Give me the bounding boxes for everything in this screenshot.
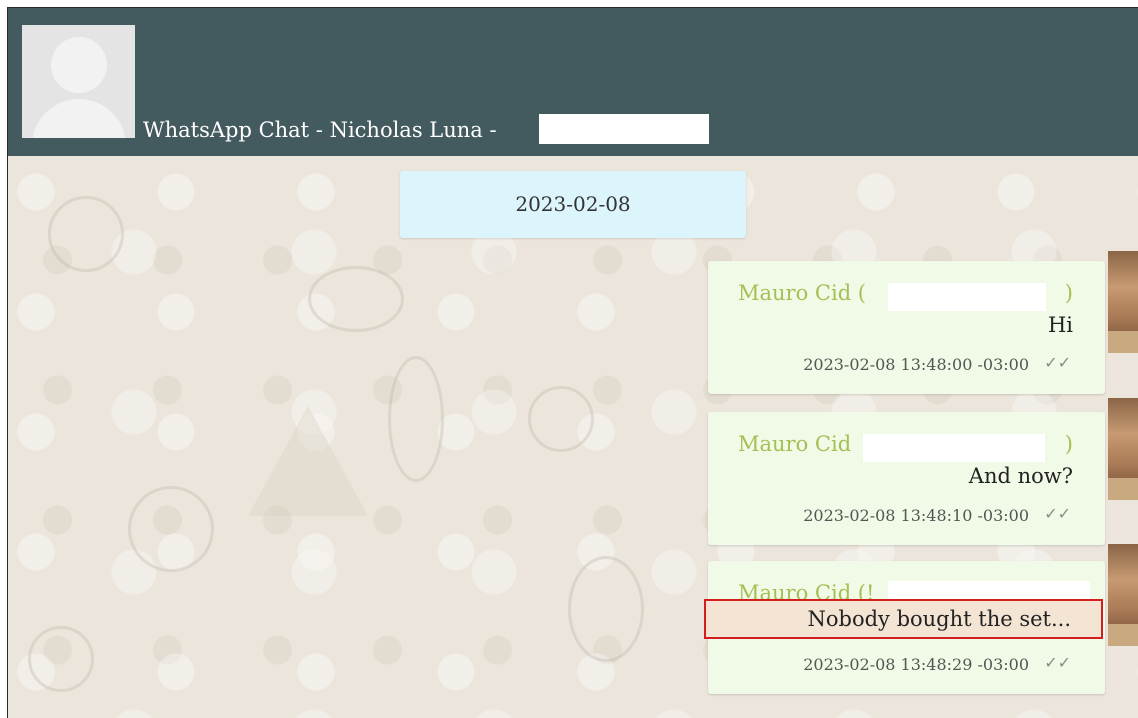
message-timestamp: 2023-02-08 13:48:29 -03:00 [803,655,1029,674]
message-bubble[interactable]: Mauro Cid ) And now? 2023-02-08 13:48:10… [708,412,1105,545]
double-check-icon: ✓✓ [1044,653,1071,672]
avatar-placeholder-body [32,99,126,138]
message-text: And now? [968,464,1073,488]
message-timestamp: 2023-02-08 13:48:10 -03:00 [803,506,1029,525]
sender-avatar[interactable] [1108,398,1138,500]
message-timestamp: 2023-02-08 13:48:00 -03:00 [803,355,1029,374]
background-doodle [568,556,644,662]
background-doodle [28,626,94,692]
background-doodle [48,196,124,272]
contact-avatar[interactable] [22,25,135,138]
double-check-icon: ✓✓ [1044,504,1071,523]
double-check-icon: ✓✓ [1044,353,1071,372]
message-bubble[interactable]: Mauro Cid ( ) Hi 2023-02-08 13:48:00 -03… [708,261,1105,394]
redaction-box [863,434,1045,462]
redaction-box [539,114,709,144]
date-separator: 2023-02-08 [400,171,746,238]
background-doodle [308,266,404,332]
message-sender: Mauro Cid ( [738,281,866,305]
message-sender-suffix: ) [1064,281,1073,305]
message-text: Nobody bought the set... [807,607,1071,631]
message-text: Hi [1047,313,1073,337]
background-doodle [528,386,594,452]
background-doodle [248,406,368,516]
avatar-placeholder-head [51,37,107,93]
sender-avatar[interactable] [1108,251,1138,353]
chat-header: WhatsApp Chat - Nicholas Luna - [8,8,1138,156]
chat-title: WhatsApp Chat - Nicholas Luna - [143,118,497,142]
chat-window: WhatsApp Chat - Nicholas Luna - 2023-02-… [7,7,1138,718]
background-doodle [388,356,444,482]
highlighted-message: Nobody bought the set... [704,599,1103,639]
message-sender: Mauro Cid [738,432,852,456]
sender-avatar[interactable] [1108,544,1138,646]
background-doodle [128,486,214,572]
message-sender-suffix: ) [1064,432,1073,456]
redaction-box [888,283,1046,311]
